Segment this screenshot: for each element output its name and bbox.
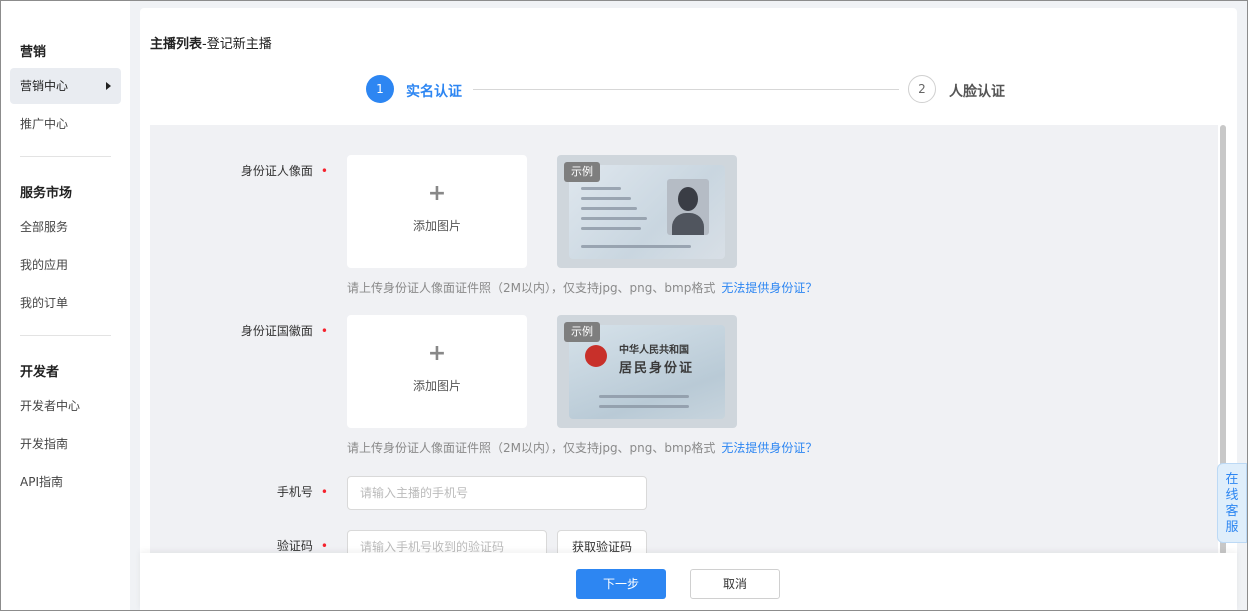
step-connector: [473, 89, 899, 90]
required-mark: •: [320, 539, 328, 553]
breadcrumb-current: 登记新主播: [206, 37, 272, 52]
breadcrumb-parent[interactable]: 主播列表: [150, 37, 202, 52]
caret-right-icon: [106, 82, 111, 90]
form-area: 身份证人像面 • + 添加图片 示例 请上传身份证人像面证件照（2M以内），仅支持…: [150, 125, 1218, 555]
id-front-label: 身份证人像面 •: [150, 162, 328, 179]
id-back-label-text: 身份证国徽面: [240, 324, 313, 338]
code-label: 验证码 •: [150, 537, 328, 554]
sidebar-item-api-guide[interactable]: API指南: [10, 464, 121, 500]
id-front-upload[interactable]: + 添加图片: [347, 155, 527, 268]
required-mark: •: [320, 324, 328, 338]
sidebar-item-all-services[interactable]: 全部服务: [10, 209, 121, 245]
plus-icon: +: [427, 181, 447, 206]
get-code-button[interactable]: 获取验证码: [557, 530, 647, 555]
cancel-button[interactable]: 取消: [690, 569, 780, 599]
hint-text: 请上传身份证人像面证件照（2M以内），仅支持jpg、png、bmp格式: [347, 281, 716, 295]
online-service-button[interactable]: 在线客服: [1217, 463, 1247, 543]
code-label-text: 验证码: [276, 539, 313, 553]
plus-icon: +: [427, 341, 447, 366]
step-2-label: 人脸认证: [949, 84, 1005, 100]
phone-label: 手机号 •: [150, 483, 328, 500]
upload-text: 添加图片: [412, 379, 461, 393]
id-back-upload[interactable]: + 添加图片: [347, 315, 527, 428]
portrait-photo: [667, 179, 709, 235]
sidebar: 营销 营销中心 推广中心 服务市场 全部服务 我的应用 我的订单 开发者 开发者…: [1, 1, 130, 610]
upload-text: 添加图片: [412, 219, 461, 233]
verification-code-input[interactable]: 请输入手机号收到的验证码: [347, 530, 547, 555]
step-2-circle: 2: [908, 75, 936, 103]
sidebar-item-my-orders[interactable]: 我的订单: [10, 285, 121, 321]
steps-indicator: 1 实名认证 2 人脸认证: [366, 75, 1036, 105]
sidebar-divider: [20, 156, 111, 157]
sidebar-group-service-market: 服务市场: [20, 186, 73, 201]
sidebar-group-marketing: 营销: [20, 45, 47, 60]
required-mark: •: [320, 164, 328, 178]
sidebar-item-label: 营销中心: [20, 79, 69, 93]
next-step-button[interactable]: 下一步: [576, 569, 666, 599]
sidebar-item-marketing-center[interactable]: 营销中心: [10, 68, 121, 104]
sidebar-item-dev-guide[interactable]: 开发指南: [10, 426, 121, 462]
phone-label-text: 手机号: [276, 485, 313, 499]
no-id-card-link[interactable]: 无法提供身份证？: [721, 281, 817, 295]
step-1-label: 实名认证: [406, 84, 462, 100]
online-service-label: 在线客服: [1225, 472, 1239, 535]
no-id-card-link[interactable]: 无法提供身份证？: [721, 441, 817, 455]
id-back-sample-image: 示例 中华人民共和国 居民身份证: [557, 315, 737, 428]
hint-text: 请上传身份证人像面证件照（2M以内），仅支持jpg、png、bmp格式: [347, 441, 716, 455]
footer-actions: 下一步 取消: [140, 553, 1237, 611]
sample-tag: 示例: [564, 162, 600, 182]
phone-input[interactable]: 请输入主播的手机号: [347, 476, 647, 510]
step-1-circle: 1: [366, 75, 394, 103]
card-title-line-2: 居民身份证: [619, 361, 695, 376]
required-mark: •: [320, 485, 328, 499]
id-front-sample-image: 示例: [557, 155, 737, 268]
sidebar-item-developer-center[interactable]: 开发者中心: [10, 388, 121, 424]
sidebar-item-my-apps[interactable]: 我的应用: [10, 247, 121, 283]
id-front-hint: 请上传身份证人像面证件照（2M以内），仅支持jpg、png、bmp格式 无法提供身…: [347, 279, 817, 296]
sidebar-divider: [20, 335, 111, 336]
id-front-label-text: 身份证人像面: [240, 164, 313, 178]
id-back-label: 身份证国徽面 •: [150, 322, 328, 339]
card-title-line-1: 中华人民共和国: [619, 345, 689, 356]
national-emblem-icon: [585, 345, 607, 367]
breadcrumb: 主播列表-登记新主播: [150, 33, 272, 52]
main-panel: 主播列表-登记新主播 1 实名认证 2 人脸认证 身份证人像面 • + 添加图片 …: [140, 8, 1237, 611]
sidebar-item-promotion-center[interactable]: 推广中心: [10, 106, 121, 142]
sample-tag: 示例: [564, 322, 600, 342]
sidebar-group-developer: 开发者: [20, 365, 60, 380]
id-back-hint: 请上传身份证人像面证件照（2M以内），仅支持jpg、png、bmp格式 无法提供身…: [347, 439, 817, 456]
